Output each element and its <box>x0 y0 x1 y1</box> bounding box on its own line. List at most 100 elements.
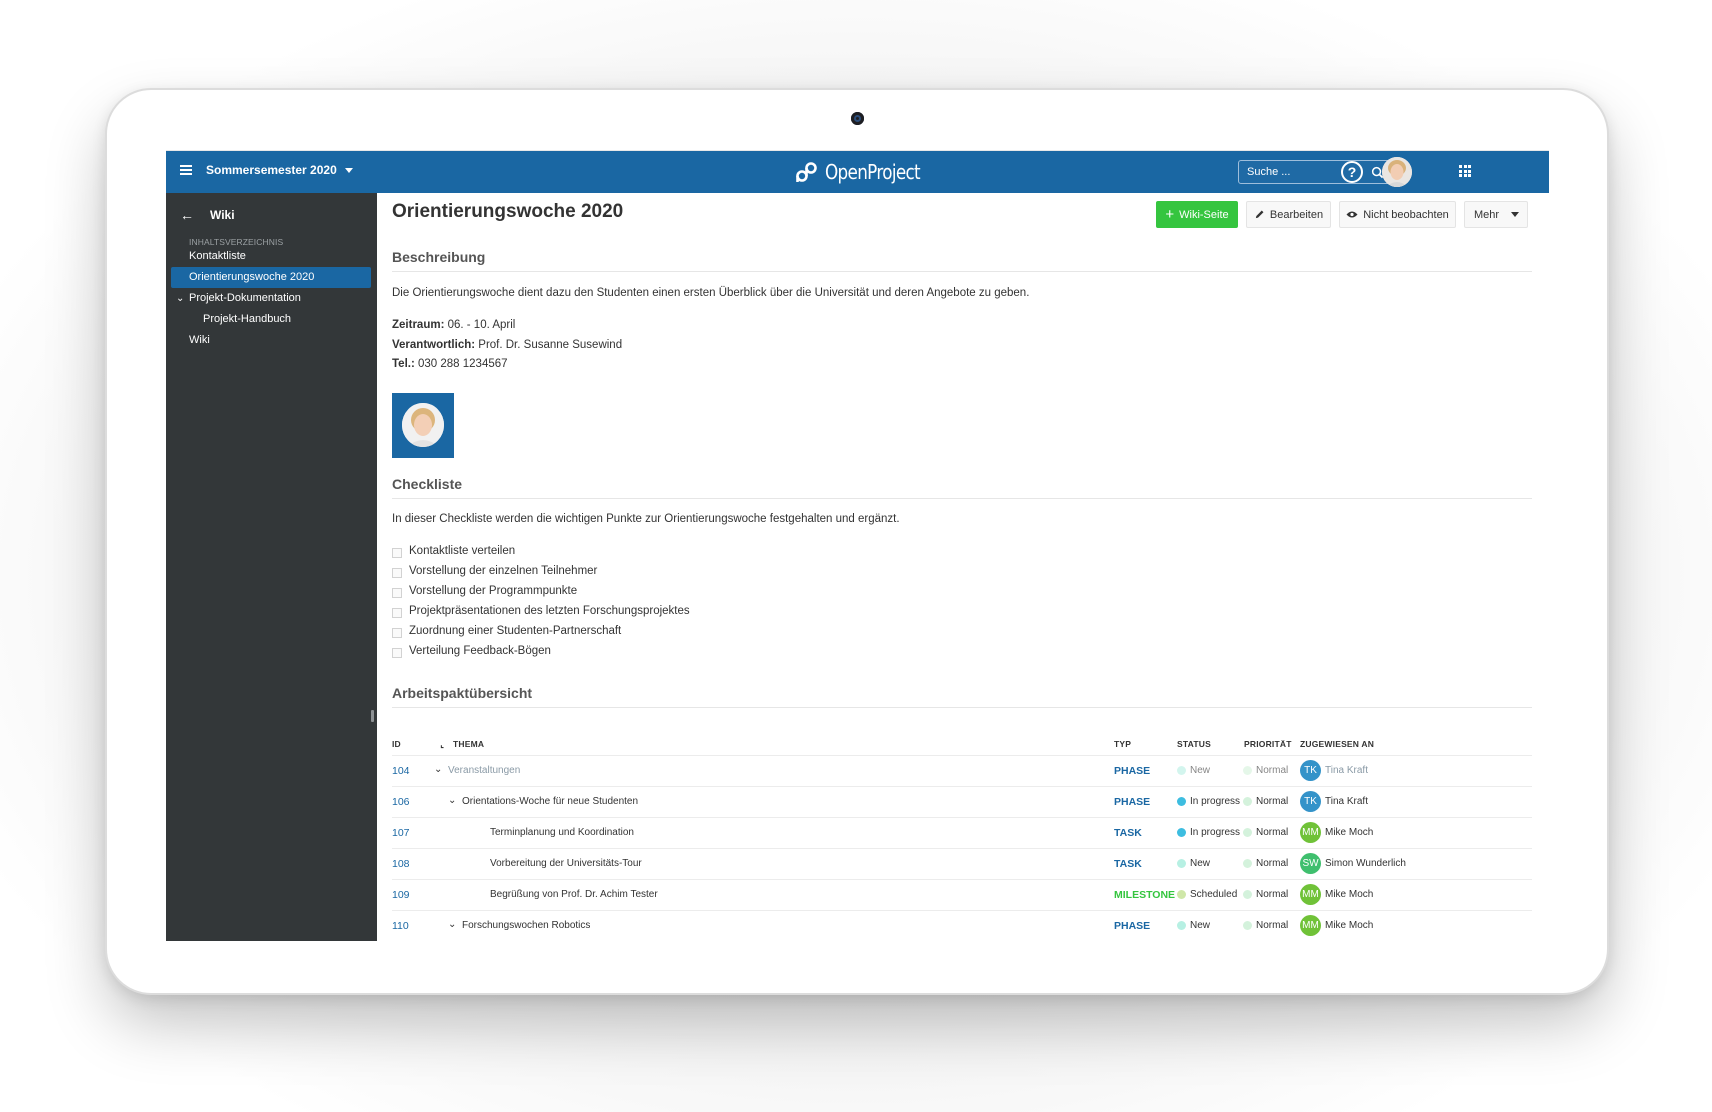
table-row[interactable]: 108 Vorbereitung der Universitäts-Tour TAS… <box>392 848 1532 879</box>
user-photo-icon <box>1382 157 1412 187</box>
sidebar-item-label: Kontaktliste <box>189 250 246 262</box>
checklist-checkbox[interactable] <box>392 548 402 558</box>
hierarchy-icon[interactable]: ⌞ <box>440 739 444 750</box>
add-wiki-page-label: Wiki-Seite <box>1179 208 1229 221</box>
assignee-name: Tina Kraft <box>1325 765 1368 776</box>
sidebar-resize-handle[interactable] <box>371 710 374 722</box>
checklist-checkbox[interactable] <box>392 568 402 578</box>
workpackage-subject[interactable]: Terminplanung und Koordination <box>490 827 634 838</box>
workpackage-type[interactable]: TASK <box>1114 827 1142 839</box>
table-row[interactable]: 107 Terminplanung und Koordination TASK In … <box>392 817 1532 848</box>
workpackage-priority[interactable]: Normal <box>1243 920 1288 931</box>
chevron-down-icon[interactable]: ⌄ <box>448 919 456 930</box>
workpackage-priority[interactable]: Normal <box>1243 765 1288 776</box>
hamburger-menu-icon[interactable] <box>180 165 192 175</box>
workpackage-status[interactable]: In progress <box>1177 796 1240 807</box>
openproject-logo-icon <box>796 162 817 182</box>
workpackage-type[interactable]: PHASE <box>1114 920 1150 932</box>
workpackage-status[interactable]: New <box>1177 920 1210 931</box>
column-header-subject[interactable]: THEMA <box>453 739 484 749</box>
sidebar-item-projekt-dokumentation[interactable]: ⌄ Projekt-Dokumentation <box>171 288 371 309</box>
priority-label: Normal <box>1256 827 1289 838</box>
checklist-checkbox[interactable] <box>392 608 402 618</box>
unwatch-button[interactable]: Nicht beobachten <box>1339 201 1456 228</box>
workpackage-subject[interactable]: Veranstaltungen <box>448 765 520 776</box>
edit-button[interactable]: Bearbeiten <box>1246 201 1331 228</box>
workpackage-assignee[interactable]: SW Simon Wunderlich <box>1300 853 1406 874</box>
sidebar-item-label: Projekt-Handbuch <box>203 313 292 325</box>
workpackage-assignee[interactable]: TK Tina Kraft <box>1300 760 1368 781</box>
edit-label: Bearbeiten <box>1269 208 1324 221</box>
workpackage-subject[interactable]: Orientations-Woche für neue Studenten <box>462 796 638 807</box>
workpackage-id-link[interactable]: 107 <box>392 827 410 839</box>
table-row[interactable]: 104 ⌄ Veranstaltungen PHASE New Normal TK Tina … <box>392 755 1532 786</box>
chevron-down-icon[interactable]: ⌄ <box>448 795 456 806</box>
app-logo[interactable]: OpenProject <box>795 159 938 185</box>
workpackage-id-link[interactable]: 110 <box>392 920 409 932</box>
workpackage-priority[interactable]: Normal <box>1243 796 1288 807</box>
help-icon[interactable]: ? <box>1341 161 1363 183</box>
sidebar-item-kontaktliste[interactable]: Kontaktliste <box>171 246 371 267</box>
sidebar-item-projekt-handbuch[interactable]: Projekt-Handbuch <box>171 309 371 330</box>
table-row[interactable]: 110 ⌄ Forschungswochen Robotics PHASE New Nor… <box>392 910 1532 941</box>
workpackage-priority[interactable]: Normal <box>1243 858 1288 869</box>
priority-label: Normal <box>1256 765 1289 776</box>
status-label: New <box>1190 765 1211 776</box>
workpackage-status[interactable]: Scheduled <box>1177 889 1237 900</box>
checklist-item-label: Verteilung Feedback-Bögen <box>409 645 551 657</box>
sidebar-item-wiki[interactable]: Wiki <box>171 330 371 351</box>
workpackage-assignee[interactable]: MM Mike Moch <box>1300 884 1373 905</box>
column-header-id[interactable]: ID <box>392 739 401 749</box>
avatar: MM <box>1300 915 1321 936</box>
sidebar-item-orientierungswoche[interactable]: Orientierungswoche 2020 <box>171 267 371 288</box>
workpackage-id-link[interactable]: 104 <box>392 765 410 777</box>
workpackage-status[interactable]: New <box>1177 858 1210 869</box>
project-selector[interactable]: Sommersemester 2020 <box>206 163 353 177</box>
avatar: MM <box>1300 822 1321 843</box>
field-label: Tel.: <box>392 358 415 370</box>
workpackage-status[interactable]: In progress <box>1177 827 1240 838</box>
table-row[interactable]: 109 Begrüßung von Prof. Dr. Achim Tester M… <box>392 879 1532 910</box>
section-heading-workpackages: Arbeitspaktübersicht <box>392 685 533 701</box>
column-header-priority[interactable]: PRIORITÄT <box>1244 739 1292 749</box>
column-header-type[interactable]: TYP <box>1114 739 1131 749</box>
workpackage-priority[interactable]: Normal <box>1243 827 1288 838</box>
checklist-checkbox[interactable] <box>392 648 402 658</box>
workpackage-type[interactable]: TASK <box>1114 858 1142 870</box>
workpackage-subject[interactable]: Begrüßung von Prof. Dr. Achim Tester <box>490 889 658 900</box>
checklist-checkbox[interactable] <box>392 588 402 598</box>
workpackage-id-link[interactable]: 108 <box>392 858 410 870</box>
workpackage-type[interactable]: PHASE <box>1114 796 1150 808</box>
workpackage-subject[interactable]: Forschungswochen Robotics <box>462 920 590 931</box>
workpackage-assignee[interactable]: TK Tina Kraft <box>1300 791 1368 812</box>
description-text: Die Orientierungswoche dient dazu den St… <box>392 287 1030 299</box>
modules-grid-icon[interactable] <box>1459 165 1471 177</box>
user-avatar[interactable] <box>1382 157 1412 187</box>
workpackage-status[interactable]: New <box>1177 765 1210 776</box>
column-header-assignee[interactable]: ZUGEWIESEN AN <box>1300 739 1374 749</box>
plus-icon: + <box>1165 206 1175 223</box>
priority-label: Normal <box>1256 920 1289 931</box>
chevron-down-icon[interactable]: ⌄ <box>434 764 442 775</box>
checklist-checkbox[interactable] <box>392 628 402 638</box>
workpackage-subject[interactable]: Vorbereitung der Universitäts-Tour <box>490 858 642 869</box>
workpackage-type[interactable]: PHASE <box>1114 765 1150 777</box>
table-row[interactable]: 106 ⌄ Orientations-Woche für neue Studente… <box>392 786 1532 817</box>
workpackage-id-link[interactable]: 106 <box>392 796 410 808</box>
search-placeholder: Suche ... <box>1247 166 1291 178</box>
priority-label: Normal <box>1256 889 1289 900</box>
checklist-item-label: Kontaktliste verteilen <box>409 545 516 557</box>
chevron-down-icon[interactable]: ⌄ <box>176 288 184 309</box>
priority-dot-icon <box>1243 797 1252 806</box>
workpackage-priority[interactable]: Normal <box>1243 889 1288 900</box>
workpackage-id-link[interactable]: 109 <box>392 889 410 901</box>
column-header-status[interactable]: STATUS <box>1177 739 1211 749</box>
sidebar-back-link[interactable]: ← Wiki <box>180 207 235 223</box>
search-input[interactable]: Suche ... <box>1238 160 1391 184</box>
more-button[interactable]: Mehr <box>1464 201 1528 228</box>
workpackage-type[interactable]: MILESTONE <box>1114 889 1175 901</box>
workpackage-assignee[interactable]: MM Mike Moch <box>1300 915 1373 936</box>
add-wiki-page-button[interactable]: + Wiki-Seite <box>1156 201 1238 228</box>
sidebar-item-label: Wiki <box>189 334 210 346</box>
workpackage-assignee[interactable]: MM Mike Moch <box>1300 822 1373 843</box>
